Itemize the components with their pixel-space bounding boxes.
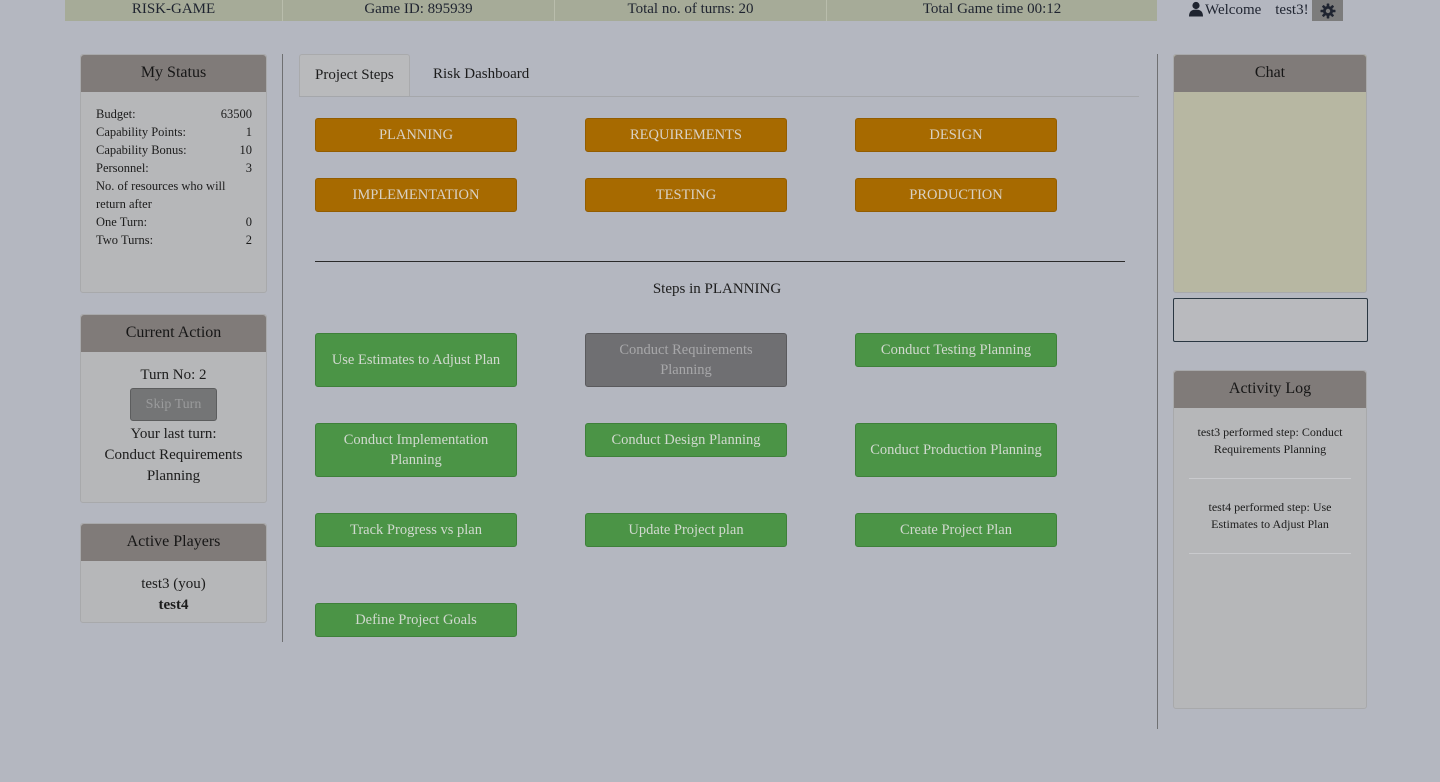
status-row-personnel: Personnel: 3 [96, 159, 252, 177]
phase-production-button[interactable]: PRODUCTION [855, 178, 1057, 212]
player-item: test3 (you) [141, 576, 206, 592]
chat-input[interactable] [1173, 298, 1368, 342]
right-divider [1157, 54, 1158, 729]
app-title: RISK-GAME [65, 0, 283, 21]
my-status-panel: My Status Budget: 63500 Capability Point… [80, 54, 267, 293]
status-label: Budget: [96, 107, 136, 121]
tab-underline [299, 96, 1139, 97]
skip-turn-button[interactable]: Skip Turn [130, 388, 217, 421]
activity-log-title: Activity Log [1174, 371, 1366, 408]
status-value: 2 [245, 233, 252, 247]
top-status-bar: RISK-GAME Game ID: 895939 Total no. of t… [65, 0, 1157, 21]
welcome-label: Welcome [1205, 2, 1262, 18]
status-value: 10 [239, 143, 253, 157]
status-label: One Turn: [96, 215, 148, 229]
my-status-title: My Status [81, 55, 266, 92]
status-row-one-turn: One Turn: 0 [96, 213, 252, 231]
step-update-project-plan-button[interactable]: Update Project plan [585, 513, 787, 547]
status-value: 1 [245, 125, 252, 139]
current-action-title: Current Action [81, 315, 266, 352]
game-id: Game ID: 895939 [283, 0, 555, 21]
welcome-area: Welcome test3! [1188, 0, 1309, 21]
tab-risk-dashboard[interactable]: Risk Dashboard [433, 54, 529, 97]
status-label: Personnel: [96, 161, 149, 175]
log-entry: test4 performed step: Use Estimates to A… [1189, 499, 1351, 554]
log-entry: test3 performed step: Conduct Requiremen… [1189, 424, 1351, 479]
tab-project-steps[interactable]: Project Steps [299, 54, 410, 97]
phase-design-button[interactable]: DESIGN [855, 118, 1057, 152]
step-track-progress-button[interactable]: Track Progress vs plan [315, 513, 517, 547]
gear-icon [1320, 3, 1335, 18]
status-value: 0 [245, 215, 252, 229]
status-label: Two Turns: [96, 233, 154, 247]
left-divider [282, 54, 283, 642]
step-conduct-implementation-planning-button[interactable]: Conduct Implementation Planning [315, 423, 517, 477]
status-row-capability-points: Capability Points: 1 [96, 123, 252, 141]
username: test3! [1275, 2, 1309, 18]
chat-title: Chat [1174, 55, 1366, 92]
status-value: 63500 [220, 107, 252, 121]
step-conduct-requirements-planning-button[interactable]: Conduct Requirements Planning [585, 333, 787, 387]
section-divider [315, 261, 1125, 262]
total-turns: Total no. of turns: 20 [555, 0, 827, 21]
phase-requirements-button[interactable]: REQUIREMENTS [585, 118, 787, 152]
settings-button[interactable] [1312, 0, 1343, 21]
phase-planning-button[interactable]: PLANNING [315, 118, 517, 152]
status-label: Capability Bonus: [96, 143, 187, 157]
current-action-panel: Current Action Turn No: 2 Skip Turn Your… [80, 314, 267, 503]
step-use-estimates-button[interactable]: Use Estimates to Adjust Plan [315, 333, 517, 387]
step-conduct-production-planning-button[interactable]: Conduct Production Planning [855, 423, 1057, 477]
status-row-budget: Budget: 63500 [96, 105, 252, 123]
last-turn-label: Your last turn: [130, 426, 217, 442]
active-players-title: Active Players [81, 524, 266, 561]
status-row-capability-bonus: Capability Bonus: 10 [96, 141, 252, 159]
status-row-two-turns: Two Turns: 2 [96, 231, 252, 249]
active-players-panel: Active Players test3 (you) test4 [80, 523, 267, 623]
player-item: test4 [158, 597, 189, 613]
status-label: Capability Points: [96, 125, 186, 139]
activity-log-panel: Activity Log test3 performed step: Condu… [1173, 370, 1367, 709]
status-value: 3 [245, 161, 252, 175]
phase-testing-button[interactable]: TESTING [585, 178, 787, 212]
total-game-time: Total Game time 00:12 [922, 1, 1062, 17]
last-turn-value: Conduct Requirements Planning [104, 447, 243, 484]
chat-panel: Chat [1173, 54, 1367, 293]
step-conduct-testing-planning-button[interactable]: Conduct Testing Planning [855, 333, 1057, 367]
turn-number: Turn No: 2 [140, 367, 207, 383]
step-create-project-plan-button[interactable]: Create Project Plan [855, 513, 1057, 547]
step-define-project-goals-button[interactable]: Define Project Goals [315, 603, 517, 637]
phase-implementation-button[interactable]: IMPLEMENTATION [315, 178, 517, 212]
step-conduct-design-planning-button[interactable]: Conduct Design Planning [585, 423, 787, 457]
resources-note: No. of resources who will return after [96, 179, 226, 211]
user-icon [1189, 1, 1203, 16]
steps-title: Steps in PLANNING [652, 281, 782, 297]
